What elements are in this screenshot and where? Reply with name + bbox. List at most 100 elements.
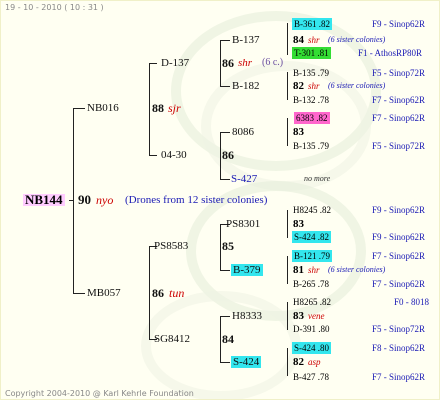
- connector: [287, 118, 288, 146]
- level4-origin: F7 - Sinop62R: [372, 251, 426, 261]
- level4-origin: F8 - Sinop62R: [372, 343, 426, 353]
- connector: [287, 23, 288, 55]
- connector: [69, 200, 74, 201]
- connector: [220, 270, 230, 271]
- connector: [220, 132, 230, 133]
- level3-name[interactable]: B-182: [232, 80, 260, 92]
- level2-number: 85: [222, 239, 234, 253]
- level4-entry[interactable]: S-424 .80: [292, 342, 332, 354]
- level4-origin: F7 - Sinop62R: [372, 372, 426, 382]
- level1-name[interactable]: MB057: [87, 287, 121, 299]
- level4-origin: F5 - Sinop72R: [372, 141, 426, 151]
- level4-origin: F5 - Sinop72R: [372, 324, 426, 334]
- level1-name[interactable]: NB016: [87, 102, 119, 114]
- level2-note: (6 c.): [262, 57, 284, 68]
- level4-number: 81: [293, 264, 304, 276]
- timestamp: 19 - 10 - 2010 ( 10 : 31 ): [5, 3, 104, 12]
- level3-name[interactable]: S-427: [231, 173, 257, 185]
- level4-note: (6 sister colonies): [328, 81, 386, 90]
- connector: [220, 362, 230, 363]
- level1-number: 88: [152, 101, 164, 115]
- level4-entry[interactable]: T-301 .81: [292, 47, 331, 59]
- level4-number: 82: [293, 80, 304, 92]
- root-number: 90: [78, 192, 91, 207]
- connector: [287, 256, 288, 284]
- level2-name[interactable]: PS8583: [154, 240, 188, 252]
- copyright: Copyright 2004-2010 @ Karl Kehrle Founda…: [5, 389, 194, 398]
- level4-code: shr: [308, 81, 320, 91]
- level4-note: (6 sister colonies): [328, 265, 386, 274]
- level4-number: 83: [293, 310, 304, 322]
- level4-origin: F0 - 8018: [394, 297, 430, 307]
- level4-no-more: no more: [304, 174, 331, 183]
- level4-entry[interactable]: B-135 .79: [293, 67, 329, 79]
- root-code: nyo: [96, 193, 114, 207]
- level4-code: shr: [308, 265, 320, 275]
- level4-origin: F9 - Sinop62R: [372, 205, 426, 215]
- level2-name[interactable]: 04-30: [161, 149, 187, 161]
- level3-name[interactable]: 8086: [232, 126, 254, 138]
- connector: [149, 155, 157, 156]
- root-note: (Drones from 12 sister colonies): [125, 194, 268, 206]
- level4-entry[interactable]: B-135 .79: [293, 140, 329, 152]
- level4-entry[interactable]: H8245 .82: [293, 204, 331, 216]
- level3-name[interactable]: H8333: [232, 310, 262, 322]
- level1-number: 86: [152, 286, 164, 300]
- connector: [73, 293, 85, 294]
- level2-name[interactable]: SG8412: [154, 333, 190, 345]
- connector: [220, 132, 221, 179]
- level2-number: 84: [222, 332, 234, 346]
- level4-entry[interactable]: B-132 .78: [293, 94, 329, 106]
- connector: [220, 40, 221, 86]
- level4-code: shr: [308, 35, 320, 45]
- level4-origin: F7 - Sinop62R: [372, 279, 426, 289]
- level4-origin: F7 - Sinop62R: [372, 95, 426, 105]
- connector: [220, 316, 221, 362]
- level1-code: sjr: [168, 101, 181, 115]
- level4-entry[interactable]: 6383 .82: [294, 112, 330, 124]
- root-name[interactable]: NB144: [23, 193, 65, 206]
- level3-name[interactable]: B-379: [231, 264, 263, 276]
- connector: [73, 108, 85, 109]
- level4-origin: F5 - Sinop72R: [372, 68, 426, 78]
- level2-number: 86: [222, 56, 234, 70]
- level4-number: 84: [293, 34, 304, 46]
- connector: [220, 40, 230, 41]
- watermark-logo: [141, 291, 301, 399]
- level4-entry[interactable]: S-424 .82: [292, 231, 332, 243]
- level1-code: tun: [169, 286, 185, 300]
- level4-origin: F9 - Sinop62R: [372, 19, 426, 29]
- level4-entry[interactable]: H8265 .82: [293, 296, 331, 308]
- connector: [149, 63, 150, 155]
- level4-origin: F7 - Sinop62R: [372, 113, 426, 123]
- level4-entry[interactable]: D-391 .80: [293, 323, 330, 335]
- level4-origin: F9 - Sinop62R: [372, 232, 426, 242]
- level2-number: 86: [222, 148, 234, 162]
- connector: [220, 224, 221, 270]
- level4-number: 82: [293, 356, 304, 368]
- level3-name[interactable]: B-137: [232, 34, 260, 46]
- level4-code: vene: [308, 311, 325, 321]
- connector: [149, 63, 157, 64]
- connector: [287, 210, 288, 238]
- connector: [149, 246, 150, 339]
- level2-name[interactable]: D-137: [161, 57, 189, 69]
- connector: [287, 302, 288, 330]
- level4-entry[interactable]: B-361 .82: [292, 18, 332, 30]
- level4-code: asp: [308, 357, 321, 367]
- level4-entry[interactable]: B-121 .79: [292, 250, 332, 262]
- connector: [287, 72, 288, 100]
- connector: [220, 179, 230, 180]
- pedigree-chart: 19 - 10 - 2010 ( 10 : 31 ) NB144 90 nyo …: [0, 0, 440, 400]
- level4-number: 83: [293, 218, 304, 230]
- level4-entry[interactable]: B-265 .78: [293, 278, 329, 290]
- level2-code: shr: [238, 57, 253, 69]
- level3-name[interactable]: PS8301: [226, 218, 260, 230]
- level4-number: 83: [293, 126, 304, 138]
- connector: [220, 316, 230, 317]
- level3-name[interactable]: S-424: [231, 356, 262, 368]
- level4-note: (6 sister colonies): [328, 35, 386, 44]
- level4-entry[interactable]: B-427 .78: [293, 371, 329, 383]
- connector: [287, 348, 288, 376]
- connector: [220, 86, 230, 87]
